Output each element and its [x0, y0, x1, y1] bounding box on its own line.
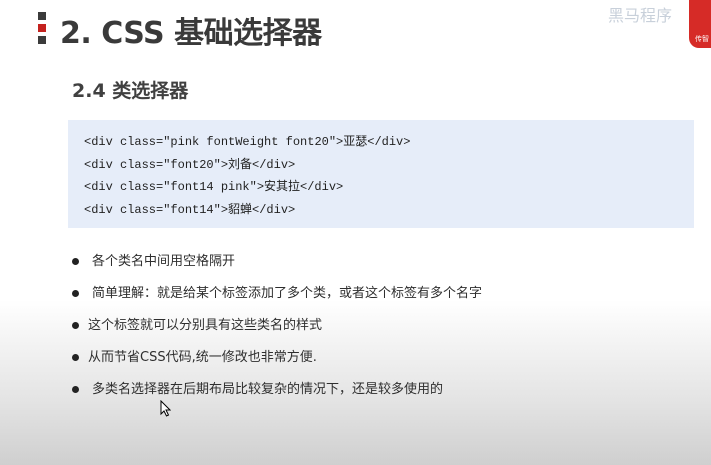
- code-block: <div class="pink fontWeight font20">亚瑟</…: [68, 120, 694, 228]
- code-line: <div class="pink fontWeight font20">亚瑟</…: [84, 135, 411, 149]
- title-marker-middle: [38, 24, 46, 32]
- bullet-text: 各个类名中间用空格隔开: [92, 254, 236, 269]
- section-subtitle: 2.4 类选择器: [72, 80, 189, 102]
- bullet-dot-icon: [72, 258, 79, 265]
- bullet-dot-icon: [72, 290, 79, 297]
- title-marker-top: [38, 12, 46, 20]
- bullet-dot-icon: [72, 354, 79, 361]
- title-marker: [38, 12, 46, 44]
- code-line: <div class="font20">刘备</div>: [84, 157, 296, 172]
- title-marker-bottom: [38, 36, 46, 44]
- bullet-text: 多类名选择器在后期布局比较复杂的情况下，还是较多使用的: [92, 382, 444, 397]
- arrow-cursor-icon: [160, 399, 172, 421]
- slide-title: 2. CSS 基础选择器: [60, 16, 322, 51]
- bullet-dot-icon: [72, 322, 79, 329]
- bullet-text: 从而节省CSS代码,统一修改也非常方便.: [88, 350, 317, 365]
- brand-sub: 传智: [695, 35, 709, 43]
- brand-logo: 传智: [689, 0, 711, 48]
- code-line: <div class="font14">貂蝉</div>: [84, 202, 296, 217]
- brand-watermark: 黑马程序: [608, 6, 673, 25]
- bullet-text: 这个标签就可以分别具有这些类名的样式: [88, 318, 323, 333]
- bullet-text: 简单理解：就是给某个标签添加了多个类，或者这个标签有多个名字: [92, 286, 483, 301]
- bullet-dot-icon: [72, 386, 79, 393]
- code-line: <div class="font14 pink">安其拉</div>: [84, 180, 344, 194]
